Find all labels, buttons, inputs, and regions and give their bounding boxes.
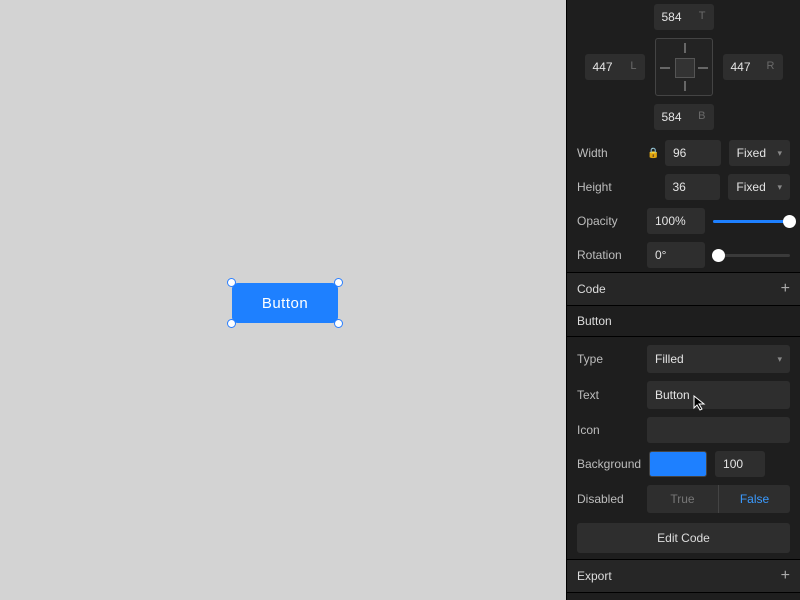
code-section-header[interactable]: Code + <box>567 272 800 306</box>
text-label: Text <box>577 388 639 402</box>
canvas[interactable]: Button <box>0 0 566 600</box>
opacity-label: Opacity <box>577 214 639 228</box>
rotation-input[interactable]: 0° <box>647 242 705 268</box>
height-mode-select[interactable]: Fixed▾ <box>728 174 790 200</box>
constraint-diagram[interactable] <box>655 38 713 96</box>
disabled-false[interactable]: False <box>719 485 790 513</box>
rotation-label: Rotation <box>577 248 639 262</box>
width-label: Width <box>577 146 639 160</box>
width-mode-select[interactable]: Fixed▾ <box>729 140 790 166</box>
plus-icon[interactable]: + <box>781 568 790 584</box>
constraint-right-input[interactable]: 447R <box>723 54 783 80</box>
width-input[interactable]: 96 <box>665 140 721 166</box>
export-header-label: Export <box>577 569 612 583</box>
text-input[interactable]: Button <box>647 381 790 409</box>
disabled-true[interactable]: True <box>647 485 718 513</box>
constraint-left-input[interactable]: 447L <box>585 54 645 80</box>
background-label: Background <box>577 457 641 471</box>
lock-icon[interactable]: 🔒 <box>647 148 657 159</box>
resize-handle-br[interactable] <box>334 319 343 328</box>
resize-handle-tl[interactable] <box>227 278 236 287</box>
resize-handle-bl[interactable] <box>227 319 236 328</box>
opacity-slider[interactable] <box>713 220 790 223</box>
canvas-button-label: Button <box>262 295 308 312</box>
disabled-segmented: True False <box>647 485 790 513</box>
component-name: Button <box>567 306 800 337</box>
icon-label: Icon <box>577 423 639 437</box>
type-label: Type <box>577 352 639 366</box>
code-header-label: Code <box>577 282 606 296</box>
background-opacity-input[interactable]: 100 <box>715 451 765 477</box>
background-swatch[interactable] <box>649 451 707 477</box>
resize-handle-tr[interactable] <box>334 278 343 287</box>
icon-input[interactable] <box>647 417 790 443</box>
constraint-bottom-input[interactable]: 584B <box>654 104 714 130</box>
inspector-panel: 447L 584T 584B 447R Width <box>566 0 800 600</box>
type-select[interactable]: Filled▾ <box>647 345 790 373</box>
height-input[interactable]: 36 <box>665 174 721 200</box>
height-label: Height <box>577 180 639 194</box>
export-section-header[interactable]: Export + <box>567 559 800 593</box>
opacity-input[interactable]: 100% <box>647 208 705 234</box>
plus-icon[interactable]: + <box>781 281 790 297</box>
edit-code-button[interactable]: Edit Code <box>577 523 790 553</box>
disabled-label: Disabled <box>577 492 639 506</box>
canvas-button[interactable]: Button <box>232 283 338 323</box>
rotation-slider[interactable] <box>713 254 790 257</box>
constraint-top-input[interactable]: 584T <box>654 4 714 30</box>
